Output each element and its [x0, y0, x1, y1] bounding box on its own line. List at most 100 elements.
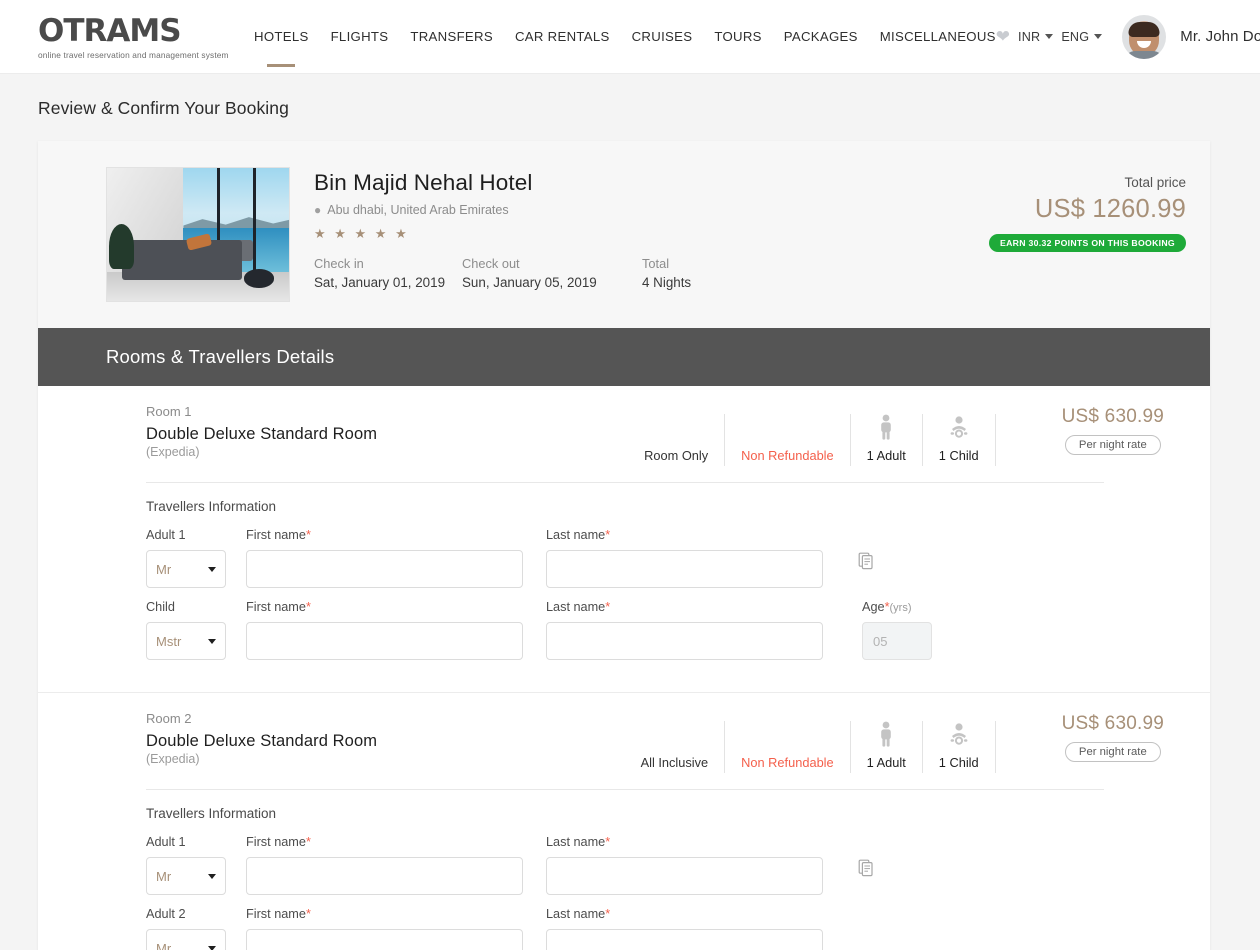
nav-item-miscellaneous[interactable]: MISCELLANEOUS — [880, 0, 996, 74]
last-name-input[interactable] — [546, 622, 823, 660]
page-title: Review & Confirm Your Booking — [38, 98, 289, 118]
room-type: Double Deluxe Standard Room — [146, 732, 378, 750]
nights-block: Total 4 Nights — [642, 256, 691, 290]
room-price-block: US$ 630.99 Per night rate — [1028, 404, 1164, 455]
required-asterisk: * — [605, 907, 611, 921]
traveller-row: Child Mstr First name* Last name* Age*(y… — [146, 600, 1104, 660]
hotel-thumbnail-image — [106, 167, 290, 302]
adult-icon — [876, 414, 896, 445]
language-selector[interactable]: ENG — [1061, 29, 1103, 44]
site-header: OTRAMS online travel reservation and man… — [0, 0, 1260, 74]
adult-icon — [876, 721, 896, 752]
first-name-field: First name* — [246, 600, 546, 660]
copy-details-icon[interactable] — [858, 552, 874, 570]
last-name-label: Last name* — [546, 907, 611, 921]
room-supplier: (Expedia) — [146, 752, 200, 766]
thumb-bed — [121, 239, 242, 280]
currency-selector[interactable]: INR — [1018, 30, 1054, 44]
star-rating: ★ ★ ★ ★ ★ — [314, 226, 410, 241]
nav-item-hotels[interactable]: HOTELS — [254, 0, 309, 74]
user-menu[interactable]: Mr. John Doe — [1180, 28, 1260, 45]
booking-card: Bin Majid Nehal Hotel ● Abu dhabi, Unite… — [38, 141, 1210, 950]
first-name-input[interactable] — [246, 622, 523, 660]
header-utilities: ❤ INR ENG Mr. John Doe — [996, 14, 1260, 59]
required-asterisk: * — [305, 600, 311, 614]
nav-item-flights[interactable]: FLIGHTS — [331, 0, 389, 74]
pax-title-field: Adult 2 Mr — [146, 907, 246, 950]
required-asterisk: * — [305, 528, 311, 542]
thumb-side-table — [243, 269, 275, 288]
travellers-title: Travellers Information — [146, 499, 277, 514]
refund-policy-cell: Non Refundable — [725, 721, 851, 773]
travellers-title: Travellers Information — [146, 806, 277, 821]
required-asterisk: * — [605, 528, 611, 542]
room-price-block: US$ 630.99 Per night rate — [1028, 711, 1164, 762]
last-name-label: Last name* — [546, 528, 611, 542]
room-price: US$ 630.99 — [1061, 713, 1164, 734]
checkin-value: Sat, January 01, 2019 — [314, 275, 446, 290]
room-price: US$ 630.99 — [1061, 406, 1164, 427]
room-supplier: (Expedia) — [146, 445, 200, 459]
last-name-input[interactable] — [546, 929, 823, 950]
title-select[interactable]: Mr — [146, 929, 226, 950]
hotel-location: ● Abu dhabi, United Arab Emirates — [314, 203, 986, 217]
first-name-input[interactable] — [246, 857, 523, 895]
title-select-value: Mr — [156, 561, 172, 577]
rate-note-pill: Per night rate — [1064, 742, 1161, 762]
spacer-cell — [996, 721, 1028, 773]
nav-item-tours[interactable]: TOURS — [714, 0, 761, 74]
travellers-section: Travellers Information Adult 1 Mr First … — [146, 482, 1104, 692]
last-name-label: Last name* — [546, 835, 611, 849]
copy-details-icon[interactable] — [858, 859, 874, 877]
pax-label: Adult 2 — [146, 907, 186, 921]
adults-count: 1 Adult — [866, 448, 906, 463]
pax-label: Adult 1 — [146, 528, 186, 542]
refund-policy: Non Refundable — [741, 448, 834, 463]
pax-label: Child — [146, 600, 175, 614]
first-name-input[interactable] — [246, 929, 523, 950]
title-select[interactable]: Mr — [146, 857, 226, 895]
chevron-down-icon — [1045, 34, 1054, 39]
traveller-row: Adult 1 Mr First name* Last name* — [146, 528, 1104, 588]
avatar[interactable] — [1122, 14, 1167, 59]
first-name-field: First name* — [246, 835, 546, 895]
checkout-value: Sun, January 05, 2019 — [462, 275, 597, 290]
children-cell: 1 Child — [923, 414, 996, 466]
title-select-value: Mr — [156, 868, 172, 884]
last-name-input[interactable] — [546, 550, 823, 588]
age-unit: (yrs) — [889, 602, 912, 614]
nav-item-car-rentals[interactable]: CAR RENTALS — [515, 0, 610, 74]
child-age-input[interactable] — [862, 622, 932, 660]
room-type: Double Deluxe Standard Room — [146, 425, 378, 443]
brand-logo[interactable]: OTRAMS online travel reservation and man… — [38, 14, 238, 60]
first-name-label: First name* — [246, 835, 311, 849]
age-label: Age*(yrs) — [862, 600, 912, 614]
title-select[interactable]: Mstr — [146, 622, 226, 660]
last-name-field: Last name* — [546, 600, 846, 660]
child-icon — [947, 414, 971, 445]
hotel-summary: Bin Majid Nehal Hotel ● Abu dhabi, Unite… — [38, 141, 1210, 328]
hotel-info: Bin Majid Nehal Hotel ● Abu dhabi, Unite… — [290, 167, 986, 302]
title-select-value: Mstr — [156, 633, 182, 649]
chevron-down-icon — [208, 638, 216, 644]
nav-item-packages[interactable]: PACKAGES — [784, 0, 858, 74]
first-name-label: First name* — [246, 907, 311, 921]
nav-item-cruises[interactable]: CRUISES — [632, 0, 693, 74]
title-select[interactable]: Mr — [146, 550, 226, 588]
rooms-section-header: Rooms & Travellers Details — [38, 328, 1210, 386]
nav-item-transfers[interactable]: TRANSFERS — [410, 0, 493, 74]
checkout-block: Check out Sun, January 05, 2019 — [462, 256, 642, 290]
chevron-down-icon — [208, 566, 216, 572]
first-name-input[interactable] — [246, 550, 523, 588]
map-pin-icon: ● — [314, 203, 322, 217]
last-name-label: Last name* — [546, 600, 611, 614]
first-name-label: First name* — [246, 600, 311, 614]
last-name-input[interactable] — [546, 857, 823, 895]
thumb-plant — [108, 223, 135, 270]
language-label: ENG — [1061, 29, 1090, 44]
refund-policy: Non Refundable — [741, 755, 834, 770]
board-basis: Room Only — [644, 448, 709, 463]
room-block: Room 1 Double Deluxe Standard Room (Expe… — [38, 386, 1210, 692]
required-asterisk: * — [605, 600, 611, 614]
heart-icon[interactable]: ❤ — [996, 28, 1010, 45]
